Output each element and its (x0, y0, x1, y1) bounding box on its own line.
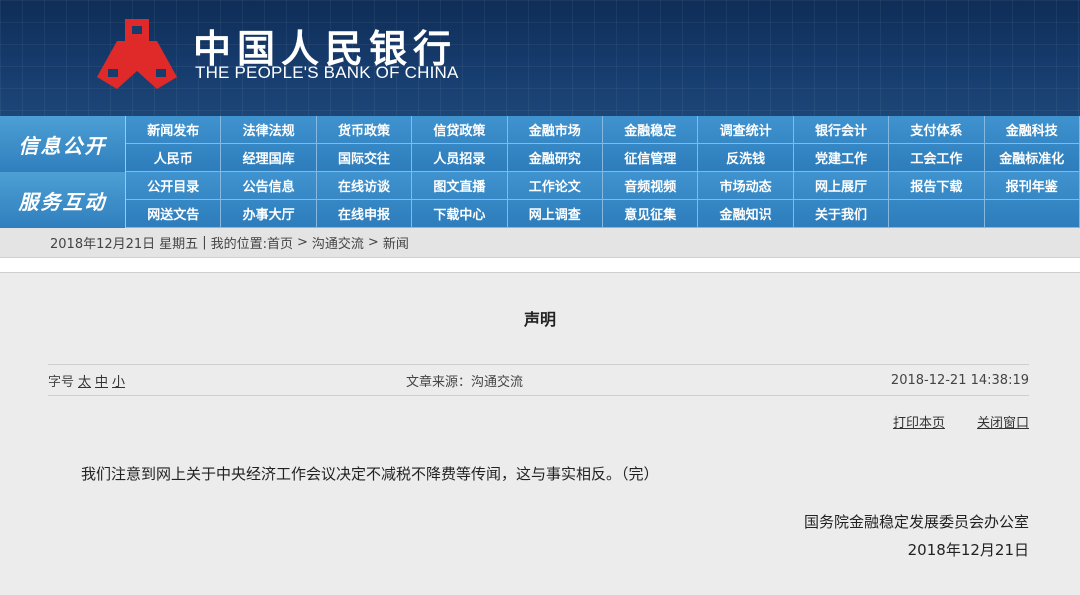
nav-grid: 公开目录 公告信息 在线访谈 图文直播 工作论文 音频视频 市场动态 网上展厅 … (126, 172, 1080, 228)
breadcrumb-weekday: 星期五 (159, 237, 199, 252)
breadcrumb-section-link[interactable]: 沟通交流 (312, 233, 364, 252)
nav-item[interactable]: 音频视频 (603, 172, 699, 200)
article-date: 2018年12月21日 (907, 541, 1029, 559)
site-header: 中国人民银行 THE PEOPLE'S BANK OF CHINA (0, 0, 1080, 116)
article-timestamp: 2018-12-21 14:38:19 (890, 372, 1029, 388)
nav-item[interactable]: 新闻发布 (126, 116, 222, 144)
article-body: 我们注意到网上关于中央经济工作会议决定不减税不降费等传闻，这与事实相反。（完） (81, 465, 659, 483)
pboc-logo-icon[interactable] (95, 17, 179, 93)
nav-item[interactable]: 网送文告 (126, 200, 222, 228)
nav-item[interactable]: 办事大厅 (221, 200, 317, 228)
nav-item-empty (984, 200, 1080, 228)
article-meta-bar: 字号 太 中 小 文章来源：沟通交流 2018-12-21 14:38:19 (48, 364, 1029, 396)
nav-item[interactable]: 征信管理 (603, 144, 699, 172)
nav-item[interactable]: 报刊年鉴 (984, 172, 1080, 200)
nav-item[interactable]: 图文直播 (412, 172, 508, 200)
font-size-small-link[interactable]: 小 (112, 371, 125, 390)
nav-item-empty (889, 200, 985, 228)
nav-item[interactable]: 支付体系 (889, 116, 985, 144)
nav-item[interactable]: 人民币 (126, 144, 222, 172)
breadcrumb-arrow: > (296, 235, 308, 250)
nav-item[interactable]: 法律法规 (221, 116, 317, 144)
nav-item[interactable]: 调查统计 (698, 116, 794, 144)
nav-item[interactable]: 市场动态 (698, 172, 794, 200)
nav-item[interactable]: 下载中心 (412, 200, 508, 228)
nav-item[interactable]: 工会工作 (889, 144, 985, 172)
font-size-label: 字号 (48, 374, 75, 390)
nav-item[interactable]: 关于我们 (793, 200, 890, 228)
nav-item[interactable]: 金融市场 (507, 116, 603, 144)
main-navigation: 信息公开 新闻发布 法律法规 货币政策 信贷政策 金融市场 金融稳定 调查统计 … (0, 116, 1080, 228)
nav-item[interactable]: 国际交往 (316, 144, 413, 172)
article-container: 声明 字号 太 中 小 文章来源：沟通交流 2018-12-21 14:38:1… (0, 273, 1080, 595)
nav-item[interactable]: 金融科技 (984, 116, 1080, 144)
divider-strip (0, 258, 1080, 273)
nav-item[interactable]: 公告信息 (221, 172, 317, 200)
nav-item[interactable]: 党建工作 (793, 144, 890, 172)
close-window-link[interactable]: 关闭窗口 (977, 412, 1029, 431)
article-signature: 国务院金融稳定发展委员会办公室 (803, 513, 1029, 531)
nav-section-title[interactable]: 服务互动 (0, 172, 126, 228)
nav-item[interactable]: 工作论文 (507, 172, 603, 200)
breadcrumb-current-link[interactable]: 新闻 (383, 233, 409, 252)
font-size-large-link[interactable]: 太 (78, 371, 91, 390)
breadcrumb-home-link[interactable]: 首页 (267, 233, 293, 252)
nav-item[interactable]: 货币政策 (316, 116, 413, 144)
nav-item[interactable]: 在线申报 (316, 200, 413, 228)
nav-item[interactable]: 银行会计 (793, 116, 890, 144)
print-page-link[interactable]: 打印本页 (893, 412, 945, 431)
nav-item[interactable]: 金融稳定 (603, 116, 699, 144)
nav-item[interactable]: 金融标准化 (984, 144, 1080, 172)
nav-item[interactable]: 金融知识 (698, 200, 794, 228)
nav-item[interactable]: 经理国库 (221, 144, 317, 172)
nav-item[interactable]: 金融研究 (507, 144, 603, 172)
breadcrumb-date: 2018年12月21日 (50, 237, 156, 252)
nav-item[interactable]: 人员招录 (412, 144, 508, 172)
breadcrumb-location-label: 我的位置: (210, 237, 267, 252)
nav-section-info: 信息公开 新闻发布 法律法规 货币政策 信贷政策 金融市场 金融稳定 调查统计 … (0, 116, 1080, 172)
breadcrumb-separator: | (202, 235, 207, 250)
nav-item[interactable]: 公开目录 (126, 172, 222, 200)
nav-section-service: 服务互动 公开目录 公告信息 在线访谈 图文直播 工作论文 音频视频 市场动态 … (0, 172, 1080, 228)
nav-item[interactable]: 在线访谈 (316, 172, 413, 200)
breadcrumb-arrow: > (367, 235, 379, 250)
font-size-control: 字号 太 中 小 (48, 371, 125, 390)
nav-item[interactable]: 意见征集 (603, 200, 699, 228)
nav-item[interactable]: 网上展厅 (793, 172, 890, 200)
nav-grid: 新闻发布 法律法规 货币政策 信贷政策 金融市场 金融稳定 调查统计 银行会计 … (126, 116, 1080, 172)
nav-item[interactable]: 报告下载 (889, 172, 985, 200)
nav-item[interactable]: 信贷政策 (412, 116, 508, 144)
brand-name-en: THE PEOPLE'S BANK OF CHINA (195, 63, 459, 82)
nav-item[interactable]: 网上调查 (507, 200, 603, 228)
article-title: 声明 (523, 310, 556, 329)
nav-item[interactable]: 反洗钱 (698, 144, 794, 172)
breadcrumb: 2018年12月21日 星期五 | 我的位置: 首页 > 沟通交流 > 新闻 (0, 228, 1080, 258)
nav-section-title[interactable]: 信息公开 (0, 116, 126, 172)
article-actions: 打印本页 关闭窗口 (861, 412, 1029, 431)
font-size-medium-link[interactable]: 中 (95, 371, 108, 390)
article-source: 文章来源：沟通交流 (406, 374, 524, 390)
